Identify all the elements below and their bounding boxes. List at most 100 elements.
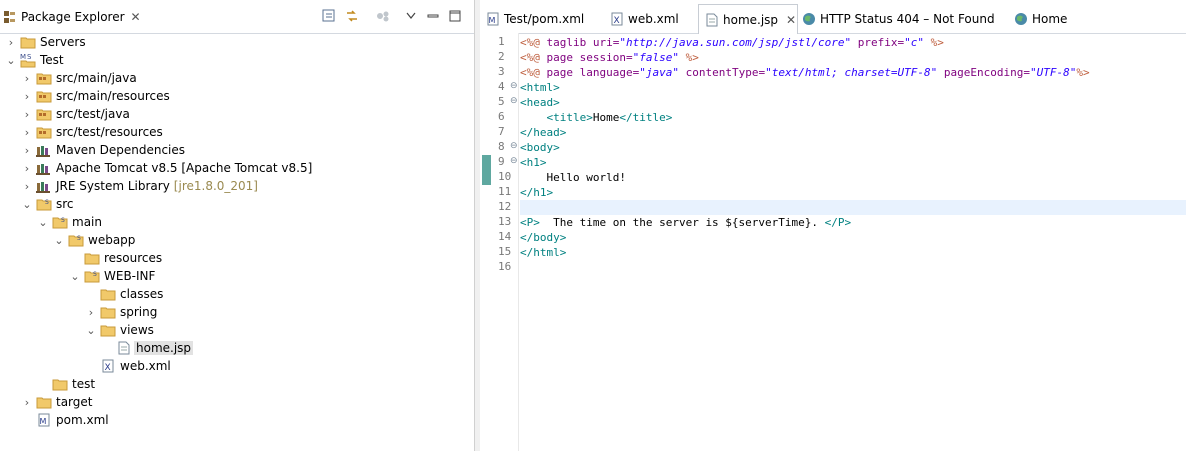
jsp-file-icon xyxy=(116,340,132,356)
tree-item-resources[interactable]: resources xyxy=(68,249,162,267)
tab-http-status-404[interactable]: HTTP Status 404 – Not Found xyxy=(796,6,1000,31)
chevron-right-icon[interactable]: › xyxy=(20,107,34,121)
change-marker xyxy=(482,155,491,185)
tree-item-src-main-java[interactable]: › src/main/java xyxy=(20,69,137,87)
tree-item-maven-dependencies[interactable]: › Maven Dependencies xyxy=(20,141,185,159)
chevron-right-icon[interactable]: › xyxy=(4,35,18,49)
code-line[interactable]: <body> xyxy=(520,140,1186,155)
folder-icon xyxy=(52,376,68,392)
tree-item-web-inf[interactable]: ⌄ S WEB-INF xyxy=(68,267,155,285)
maximize-icon[interactable] xyxy=(448,9,462,23)
chevron-right-icon[interactable]: › xyxy=(20,125,34,139)
svg-text:S: S xyxy=(93,271,97,278)
chevron-right-icon[interactable]: › xyxy=(20,143,34,157)
tree-item-apache-tomcat[interactable]: › Apache Tomcat v8.5 [Apache Tomcat v8.5… xyxy=(20,159,312,177)
code-line[interactable]: </body> xyxy=(520,230,1186,245)
fold-toggle-icon[interactable]: ⊖ xyxy=(510,96,518,106)
svg-text:X: X xyxy=(614,16,620,26)
chevron-right-icon[interactable]: › xyxy=(20,179,34,193)
code-token: prefix= xyxy=(851,36,905,49)
code-line[interactable]: <html> xyxy=(520,80,1186,95)
collapse-all-icon[interactable] xyxy=(322,9,336,23)
tree-item-views[interactable]: ⌄ views xyxy=(84,321,154,339)
code-line[interactable]: <P> The time on the server is ${serverTi… xyxy=(520,215,1186,230)
tab-home-browser[interactable]: Home xyxy=(1008,6,1088,31)
code-token: </body> xyxy=(520,231,567,244)
xml-file-icon: X xyxy=(100,358,116,374)
code-line[interactable]: </h1> xyxy=(520,185,1186,200)
tree-item-src-test-resources[interactable]: › src/test/resources xyxy=(20,123,163,141)
code-line[interactable] xyxy=(520,260,1186,275)
tree-item-webapp[interactable]: ⌄ S webapp xyxy=(52,231,135,249)
tree-item-classes[interactable]: classes xyxy=(84,285,163,303)
chevron-right-icon[interactable]: › xyxy=(20,161,34,175)
code-token: </title> xyxy=(619,111,673,124)
code-token: <h1> xyxy=(520,156,547,169)
minimize-icon[interactable] xyxy=(426,9,440,23)
tree-item-spring[interactable]: › spring xyxy=(84,303,158,321)
tree-item-home-jsp[interactable]: home.jsp xyxy=(100,339,194,357)
code-line[interactable]: <h1> xyxy=(520,155,1186,170)
chevron-right-icon[interactable]: › xyxy=(84,305,98,319)
tree-item-test[interactable]: test xyxy=(36,375,95,393)
tree-item-servers[interactable]: › Servers xyxy=(4,33,86,51)
folder-icon xyxy=(100,286,116,302)
link-with-editor-icon[interactable] xyxy=(345,9,359,23)
tree-item-web-xml[interactable]: X web.xml xyxy=(84,357,171,375)
code-line[interactable]: <%@ taglib uri="http://java.sun.com/jsp/… xyxy=(520,35,1186,50)
fold-toggle-icon[interactable]: ⊖ xyxy=(510,141,518,151)
package-explorer-tab[interactable]: Package Explorer ✕ xyxy=(3,6,141,28)
chevron-down-icon[interactable]: ⌄ xyxy=(52,233,66,247)
tree-item-pom-xml[interactable]: M pom.xml xyxy=(20,411,109,429)
tree-item-src[interactable]: ⌄ S src xyxy=(20,195,73,213)
fold-toggle-icon[interactable]: ⊖ xyxy=(510,81,518,91)
close-icon[interactable]: ✕ xyxy=(131,10,141,24)
fold-toggle-icon[interactable]: ⊖ xyxy=(510,156,518,166)
tab-label: home.jsp xyxy=(723,12,779,27)
code-token: Home xyxy=(592,111,620,124)
current-code-line[interactable] xyxy=(520,200,1186,215)
svg-text:S: S xyxy=(27,53,32,61)
code-line[interactable]: Hello world! xyxy=(520,170,1186,185)
svg-text:M: M xyxy=(20,53,26,61)
chevron-right-icon[interactable]: › xyxy=(20,71,34,85)
chevron-down-icon[interactable]: ⌄ xyxy=(20,197,34,211)
chevron-down-icon[interactable]: ⌄ xyxy=(4,53,18,67)
code-token: "false" xyxy=(632,51,679,64)
library-icon xyxy=(36,142,52,158)
close-icon[interactable]: ✕ xyxy=(786,13,796,27)
code-line[interactable]: <%@ page session="false" %> xyxy=(520,50,1186,65)
chevron-down-icon[interactable]: ⌄ xyxy=(36,215,50,229)
code-line[interactable]: <%@ page language="java" contentType="te… xyxy=(520,65,1186,80)
chevron-right-icon[interactable]: › xyxy=(20,395,34,409)
tree-item-target[interactable]: › target xyxy=(20,393,93,411)
tree-item-src-test-java[interactable]: › src/test/java xyxy=(20,105,130,123)
tree-item-jre-system-library[interactable]: › JRE System Library [jre1.8.0_201] xyxy=(20,177,258,195)
globe-icon xyxy=(802,12,816,26)
chevron-right-icon[interactable]: › xyxy=(20,89,34,103)
code-token: %> xyxy=(1076,66,1090,79)
code-token: taglib xyxy=(546,36,593,49)
globe-icon xyxy=(1014,12,1028,26)
code-token: session= xyxy=(579,51,633,64)
code-token: <body> xyxy=(520,141,560,154)
code-line[interactable]: </head> xyxy=(520,125,1186,140)
code-line[interactable]: <title>Home</title> xyxy=(520,110,1186,125)
code-line[interactable]: </html> xyxy=(520,245,1186,260)
svg-text:S: S xyxy=(45,199,49,206)
chevron-down-icon[interactable]: ⌄ xyxy=(84,323,98,337)
chevron-down-icon[interactable]: ⌄ xyxy=(68,269,82,283)
code-token: <head> xyxy=(520,96,560,109)
view-menu-icon[interactable] xyxy=(404,9,418,23)
code-line[interactable]: <head> xyxy=(520,95,1186,110)
tree-item-test-project[interactable]: ⌄ MS Test xyxy=(4,51,64,69)
focus-icon[interactable] xyxy=(376,9,390,23)
tree-item-src-main-resources[interactable]: › src/main/resources xyxy=(20,87,170,105)
tab-home-jsp[interactable]: home.jsp ✕ xyxy=(698,4,798,34)
tab-web-xml[interactable]: X web.xml xyxy=(604,6,694,31)
tree-item-main[interactable]: ⌄ S main xyxy=(36,213,102,231)
code-token: The time on the server is ${serverTime}. xyxy=(539,216,825,229)
svg-text:X: X xyxy=(105,363,111,373)
code-token: language= xyxy=(579,66,640,79)
tab-test-pom-xml[interactable]: M Test/pom.xml xyxy=(480,6,592,31)
